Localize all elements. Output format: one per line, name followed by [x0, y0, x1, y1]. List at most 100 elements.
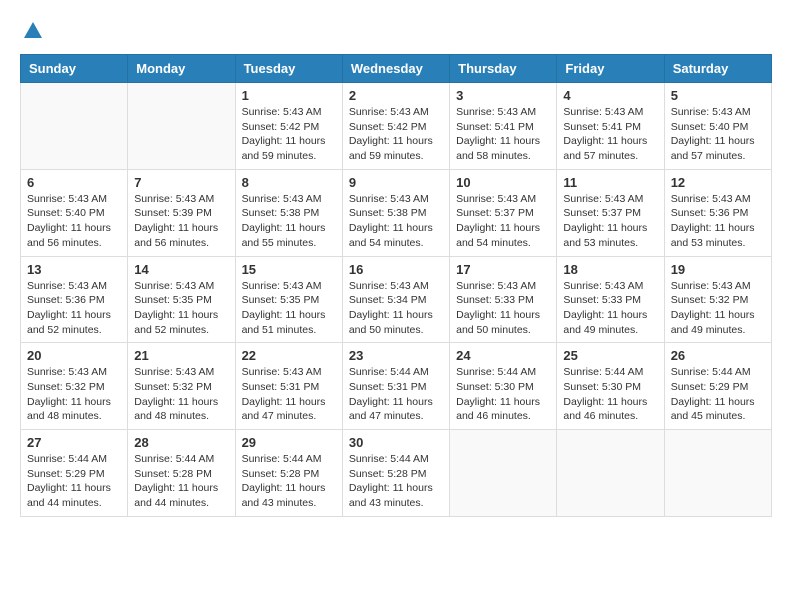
day-detail: Sunrise: 5:44 AM Sunset: 5:29 PM Dayligh…	[27, 452, 121, 511]
calendar-cell: 3Sunrise: 5:43 AM Sunset: 5:41 PM Daylig…	[450, 83, 557, 170]
calendar-cell: 12 Sunrise: 5:43 AM Sunset: 5:36 PM Dayli…	[664, 169, 771, 256]
day-detail: Sunrise: 5:43 AM Sunset: 5:34 PM Dayligh…	[349, 279, 443, 338]
day-number: 25	[563, 348, 657, 363]
day-detail: Sunrise: 5:43 AM Sunset: 5:42 PM Dayligh…	[242, 105, 336, 164]
day-detail: Sunrise: 5:43 AM Sunset: 5:33 PM Dayligh…	[456, 279, 550, 338]
day-number: 20	[27, 348, 121, 363]
logo	[20, 20, 46, 38]
day-detail: Sunrise: 5:43 AM Sunset: 5:32 PM Dayligh…	[671, 279, 765, 338]
day-detail: Sunrise: 5:43 AM Sunset: 5:37 PM Dayligh…	[456, 192, 550, 251]
page-header	[20, 20, 772, 38]
day-detail: Sunrise: 5:43 AM Sunset: 5:42 PM Dayligh…	[349, 105, 443, 164]
calendar-cell: 15 Sunrise: 5:43 AM Sunset: 5:35 PM Dayli…	[235, 256, 342, 343]
day-detail: Sunrise: 5:44 AM Sunset: 5:31 PM Dayligh…	[349, 365, 443, 424]
calendar-cell: 9 Sunrise: 5:43 AM Sunset: 5:38 PM Daylig…	[342, 169, 449, 256]
calendar-cell: 18Sunrise: 5:43 AM Sunset: 5:33 PM Dayli…	[557, 256, 664, 343]
day-number: 23	[349, 348, 443, 363]
calendar-week-row: 13 Sunrise: 5:43 AM Sunset: 5:36 PM Dayli…	[21, 256, 772, 343]
day-detail: Sunrise: 5:43 AM Sunset: 5:39 PM Dayligh…	[134, 192, 228, 251]
calendar-cell	[557, 430, 664, 517]
day-number: 4	[563, 88, 657, 103]
day-number: 10	[456, 175, 550, 190]
day-detail: Sunrise: 5:43 AM Sunset: 5:36 PM Dayligh…	[27, 279, 121, 338]
day-detail: Sunrise: 5:44 AM Sunset: 5:30 PM Dayligh…	[563, 365, 657, 424]
calendar-cell: 10 Sunrise: 5:43 AM Sunset: 5:37 PM Dayli…	[450, 169, 557, 256]
calendar-cell: 26 Sunrise: 5:44 AM Sunset: 5:29 PM Dayli…	[664, 343, 771, 430]
calendar-cell: 2 Sunrise: 5:43 AM Sunset: 5:42 PM Daylig…	[342, 83, 449, 170]
day-number: 27	[27, 435, 121, 450]
day-detail: Sunrise: 5:43 AM Sunset: 5:38 PM Dayligh…	[242, 192, 336, 251]
day-number: 28	[134, 435, 228, 450]
calendar-cell	[450, 430, 557, 517]
day-number: 24	[456, 348, 550, 363]
day-number: 21	[134, 348, 228, 363]
calendar-cell	[21, 83, 128, 170]
calendar-week-row: 1 Sunrise: 5:43 AM Sunset: 5:42 PM Daylig…	[21, 83, 772, 170]
day-number: 16	[349, 262, 443, 277]
calendar-cell: 11 Sunrise: 5:43 AM Sunset: 5:37 PM Dayli…	[557, 169, 664, 256]
calendar-cell	[128, 83, 235, 170]
day-number: 13	[27, 262, 121, 277]
calendar-day-header: Friday	[557, 55, 664, 83]
calendar-cell: 23 Sunrise: 5:44 AM Sunset: 5:31 PM Dayli…	[342, 343, 449, 430]
day-number: 2	[349, 88, 443, 103]
day-number: 17	[456, 262, 550, 277]
calendar-cell: 1 Sunrise: 5:43 AM Sunset: 5:42 PM Daylig…	[235, 83, 342, 170]
day-number: 1	[242, 88, 336, 103]
day-detail: Sunrise: 5:43 AM Sunset: 5:36 PM Dayligh…	[671, 192, 765, 251]
day-number: 6	[27, 175, 121, 190]
day-number: 11	[563, 175, 657, 190]
calendar-cell: 16 Sunrise: 5:43 AM Sunset: 5:34 PM Dayli…	[342, 256, 449, 343]
calendar-cell: 21 Sunrise: 5:43 AM Sunset: 5:32 PM Dayli…	[128, 343, 235, 430]
calendar-cell: 28Sunrise: 5:44 AM Sunset: 5:28 PM Dayli…	[128, 430, 235, 517]
day-number: 26	[671, 348, 765, 363]
calendar-week-row: 20 Sunrise: 5:43 AM Sunset: 5:32 PM Dayli…	[21, 343, 772, 430]
day-detail: Sunrise: 5:43 AM Sunset: 5:41 PM Dayligh…	[563, 105, 657, 164]
calendar-cell: 8 Sunrise: 5:43 AM Sunset: 5:38 PM Daylig…	[235, 169, 342, 256]
calendar-cell: 14 Sunrise: 5:43 AM Sunset: 5:35 PM Dayli…	[128, 256, 235, 343]
day-detail: Sunrise: 5:44 AM Sunset: 5:28 PM Dayligh…	[242, 452, 336, 511]
calendar-cell: 7 Sunrise: 5:43 AM Sunset: 5:39 PM Daylig…	[128, 169, 235, 256]
day-number: 5	[671, 88, 765, 103]
calendar-cell: 13 Sunrise: 5:43 AM Sunset: 5:36 PM Dayli…	[21, 256, 128, 343]
day-number: 12	[671, 175, 765, 190]
calendar-day-header: Sunday	[21, 55, 128, 83]
day-detail: Sunrise: 5:43 AM Sunset: 5:32 PM Dayligh…	[134, 365, 228, 424]
day-detail: Sunrise: 5:43 AM Sunset: 5:38 PM Dayligh…	[349, 192, 443, 251]
day-detail: Sunrise: 5:43 AM Sunset: 5:40 PM Dayligh…	[27, 192, 121, 251]
day-number: 15	[242, 262, 336, 277]
day-number: 19	[671, 262, 765, 277]
day-detail: Sunrise: 5:43 AM Sunset: 5:31 PM Dayligh…	[242, 365, 336, 424]
calendar-cell: 25 Sunrise: 5:44 AM Sunset: 5:30 PM Dayli…	[557, 343, 664, 430]
calendar-cell: 6 Sunrise: 5:43 AM Sunset: 5:40 PM Daylig…	[21, 169, 128, 256]
calendar-cell: 24 Sunrise: 5:44 AM Sunset: 5:30 PM Dayli…	[450, 343, 557, 430]
calendar-week-row: 6 Sunrise: 5:43 AM Sunset: 5:40 PM Daylig…	[21, 169, 772, 256]
calendar-cell: 19 Sunrise: 5:43 AM Sunset: 5:32 PM Dayli…	[664, 256, 771, 343]
calendar-cell: 5 Sunrise: 5:43 AM Sunset: 5:40 PM Daylig…	[664, 83, 771, 170]
day-number: 9	[349, 175, 443, 190]
calendar-header-row: SundayMondayTuesdayWednesdayThursdayFrid…	[21, 55, 772, 83]
day-detail: Sunrise: 5:43 AM Sunset: 5:37 PM Dayligh…	[563, 192, 657, 251]
calendar-day-header: Saturday	[664, 55, 771, 83]
day-detail: Sunrise: 5:43 AM Sunset: 5:41 PM Dayligh…	[456, 105, 550, 164]
calendar-cell: 22Sunrise: 5:43 AM Sunset: 5:31 PM Dayli…	[235, 343, 342, 430]
day-number: 30	[349, 435, 443, 450]
day-detail: Sunrise: 5:43 AM Sunset: 5:35 PM Dayligh…	[242, 279, 336, 338]
calendar-cell: 30Sunrise: 5:44 AM Sunset: 5:28 PM Dayli…	[342, 430, 449, 517]
day-number: 8	[242, 175, 336, 190]
day-number: 7	[134, 175, 228, 190]
calendar-day-header: Tuesday	[235, 55, 342, 83]
calendar-week-row: 27 Sunrise: 5:44 AM Sunset: 5:29 PM Dayli…	[21, 430, 772, 517]
calendar-cell: 29Sunrise: 5:44 AM Sunset: 5:28 PM Dayli…	[235, 430, 342, 517]
day-detail: Sunrise: 5:43 AM Sunset: 5:40 PM Dayligh…	[671, 105, 765, 164]
day-number: 18	[563, 262, 657, 277]
day-detail: Sunrise: 5:44 AM Sunset: 5:30 PM Dayligh…	[456, 365, 550, 424]
day-detail: Sunrise: 5:43 AM Sunset: 5:32 PM Dayligh…	[27, 365, 121, 424]
calendar-day-header: Thursday	[450, 55, 557, 83]
calendar-cell: 17 Sunrise: 5:43 AM Sunset: 5:33 PM Dayli…	[450, 256, 557, 343]
day-number: 14	[134, 262, 228, 277]
day-detail: Sunrise: 5:43 AM Sunset: 5:35 PM Dayligh…	[134, 279, 228, 338]
logo-icon	[22, 20, 44, 42]
day-detail: Sunrise: 5:44 AM Sunset: 5:29 PM Dayligh…	[671, 365, 765, 424]
calendar-cell: 4 Sunrise: 5:43 AM Sunset: 5:41 PM Daylig…	[557, 83, 664, 170]
